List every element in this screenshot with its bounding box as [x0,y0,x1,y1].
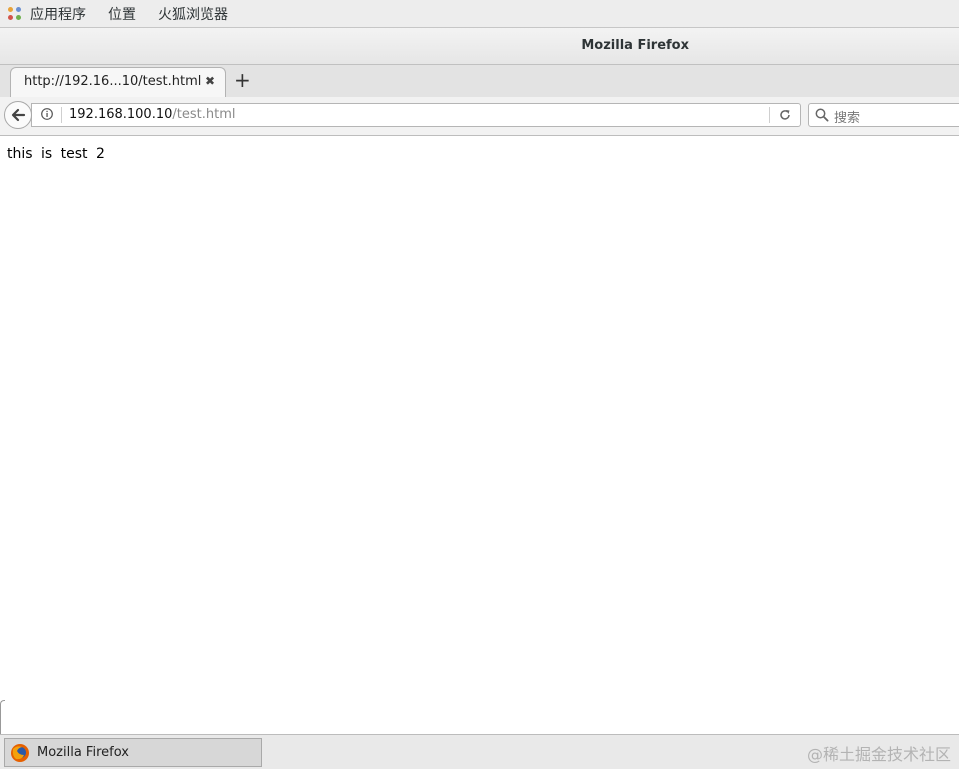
menu-applications[interactable]: 应用程序 [30,4,86,24]
info-icon[interactable] [41,108,53,120]
back-arrow-icon [11,108,26,122]
window-corner [0,700,5,735]
applications-menu-group: 应用程序 位置 火狐浏览器 [8,4,250,24]
back-button[interactable] [4,101,32,129]
system-top-bar: 应用程序 位置 火狐浏览器 [0,0,959,28]
reload-separator [769,107,770,123]
menu-firefox[interactable]: 火狐浏览器 [158,4,228,24]
tab-test-html[interactable]: http://192.16...10/test.html ✖ [10,67,226,97]
navigation-bar: 192.168.100.10/test.html 搜索 [0,97,959,136]
taskbar-item-label: Mozilla Firefox [37,745,129,760]
url-path: /test.html [172,107,236,122]
page-content: this is test 2 [0,136,959,734]
tab-label: http://192.16...10/test.html [24,74,202,89]
firefox-icon [11,744,29,762]
url-host: 192.168.100.10 [69,107,173,122]
page-body-text: this is test 2 [7,146,105,162]
taskbar-item-firefox[interactable]: Mozilla Firefox [4,738,262,767]
watermark: @稀土掘金技术社区 [806,745,951,764]
taskbar: Mozilla Firefox @稀土掘金技术社区 [0,734,959,769]
search-placeholder: 搜索 [834,111,861,126]
close-tab-icon[interactable]: ✖ [205,74,215,88]
new-tab-button[interactable]: + [234,68,251,92]
window-title: Mozilla Firefox [581,38,689,53]
search-icon [815,108,829,122]
apps-icon [8,6,22,21]
window-title-bar[interactable]: Mozilla Firefox [0,28,959,65]
tab-strip: http://192.16...10/test.html ✖ + [0,65,959,98]
url-bar[interactable]: 192.168.100.10/test.html [31,103,801,127]
search-bar[interactable]: 搜索 [808,103,959,127]
reload-icon[interactable] [778,108,792,122]
menu-places[interactable]: 位置 [108,4,136,24]
url-separator [61,107,62,123]
url-text[interactable]: 192.168.100.10/test.html [69,107,235,122]
